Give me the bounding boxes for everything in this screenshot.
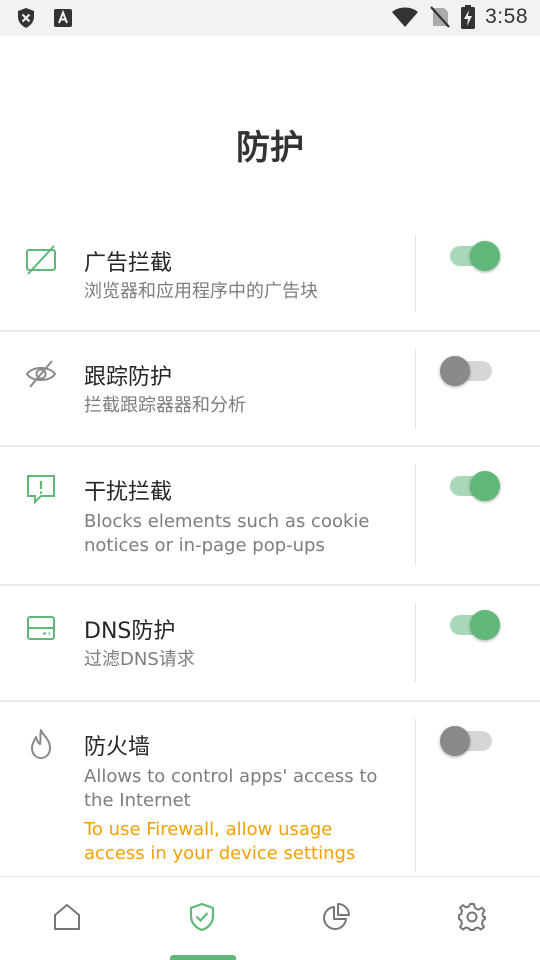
ad-blocking-toggle[interactable] xyxy=(440,239,502,273)
dns-protection-row[interactable]: DNS防护 过滤DNS请求 xyxy=(0,603,540,700)
row-title: 广告拦截 xyxy=(84,251,173,276)
dns-server-icon xyxy=(27,616,55,640)
tracking-protection-toggle[interactable] xyxy=(440,354,502,388)
divider xyxy=(415,349,416,429)
wifi-icon xyxy=(392,7,419,27)
row-subtitle: Blocks elements such as cookie notices o… xyxy=(84,511,370,556)
tracking-protection-row[interactable]: 跟踪防护 拦截跟踪器器和分析 xyxy=(0,349,540,445)
pie-chart-icon[interactable] xyxy=(320,901,352,933)
shield-check-icon[interactable] xyxy=(186,901,218,933)
annoyance-blocking-row[interactable]: 干扰拦截 Blocks elements such as cookie noti… xyxy=(0,464,540,584)
row-subtitle: Allows to control apps' access to the In… xyxy=(84,766,378,811)
status-time: 3:58 xyxy=(485,5,528,28)
divider xyxy=(415,235,416,312)
active-tab-indicator xyxy=(170,955,236,960)
row-subtitle: 拦截跟踪器器和分析 xyxy=(84,395,246,416)
ad-block-icon xyxy=(26,245,56,275)
row-title: 防火墙 xyxy=(84,735,151,760)
annoyance-blocking-toggle[interactable] xyxy=(440,469,502,503)
row-title: 跟踪防护 xyxy=(84,365,173,390)
divider xyxy=(415,719,416,872)
flame-icon xyxy=(31,729,51,759)
no-sim-icon xyxy=(430,6,450,28)
firewall-usage-access-link[interactable]: To use Firewall, allow usage access in y… xyxy=(84,818,394,866)
divider xyxy=(0,445,540,447)
home-icon[interactable] xyxy=(51,901,83,933)
alert-message-icon xyxy=(27,475,55,505)
ad-blocking-row[interactable]: 广告拦截 浏览器和应用程序中的广告块 xyxy=(0,235,540,330)
row-subtitle: 浏览器和应用程序中的广告块 xyxy=(84,281,318,302)
divider xyxy=(0,700,540,702)
divider xyxy=(415,603,416,682)
gear-icon[interactable] xyxy=(456,901,488,933)
firewall-row[interactable]: 防火墙 Allows to control apps' access to th… xyxy=(0,719,540,876)
shield-x-icon xyxy=(18,8,34,28)
page-title: 防护 xyxy=(236,128,304,168)
row-title: DNS防护 xyxy=(84,619,176,644)
bottom-navigation xyxy=(0,876,540,960)
battery-charging-icon xyxy=(461,5,476,29)
divider xyxy=(0,584,540,586)
status-bar: 3:58 xyxy=(0,0,540,36)
divider xyxy=(415,464,416,566)
dns-protection-toggle[interactable] xyxy=(440,608,502,642)
font-a-icon xyxy=(54,9,72,27)
firewall-toggle[interactable] xyxy=(440,724,502,758)
row-subtitle: 过滤DNS请求 xyxy=(84,649,195,670)
divider xyxy=(0,330,540,332)
row-title: 干扰拦截 xyxy=(84,480,173,505)
eye-off-icon xyxy=(25,360,57,388)
